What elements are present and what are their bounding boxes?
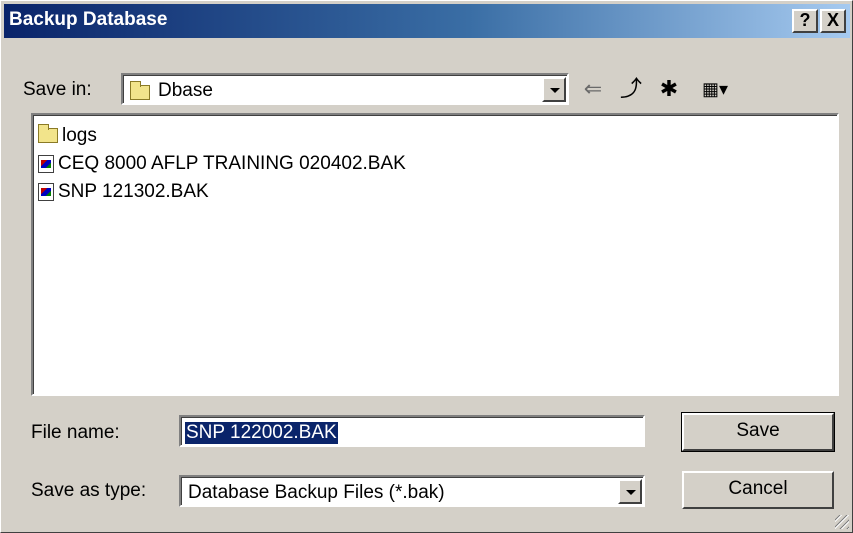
save-button[interactable]: Save bbox=[681, 412, 835, 452]
file-name-label: File name: bbox=[31, 422, 120, 443]
save-as-type-field: Database Backup Files (*.bak) bbox=[181, 477, 643, 505]
view-menu-icon[interactable]: ▦▾ bbox=[695, 75, 735, 103]
save-in-dropdown-button[interactable] bbox=[542, 77, 566, 102]
new-folder-icon[interactable]: ✱ bbox=[655, 75, 683, 103]
save-in-field: Dbase bbox=[123, 75, 567, 103]
list-item-label: logs bbox=[62, 125, 97, 146]
file-list-area: logs CEQ 8000 AFLP TRAINING 020402.BAK S… bbox=[33, 115, 837, 394]
file-name-field: SNP 122002.BAK bbox=[181, 417, 643, 445]
save-in-label: Save in: bbox=[23, 79, 92, 100]
save-as-type-label: Save as type: bbox=[31, 480, 147, 501]
folder-icon bbox=[130, 81, 150, 104]
list-item[interactable]: logs bbox=[38, 122, 97, 150]
help-button[interactable]: ? bbox=[792, 9, 818, 33]
list-item-label: CEQ 8000 AFLP TRAINING 020402.BAK bbox=[58, 153, 406, 174]
backup-file-icon bbox=[38, 181, 54, 203]
back-icon[interactable]: ⇐ bbox=[579, 75, 607, 103]
save-as-type-dropdown[interactable]: Database Backup Files (*.bak) bbox=[179, 475, 645, 507]
save-in-value: Dbase bbox=[158, 80, 213, 101]
save-as-type-value: Database Backup Files (*.bak) bbox=[188, 482, 445, 503]
save-as-type-dropdown-button[interactable] bbox=[618, 479, 642, 504]
up-folder-icon[interactable]: ⤴ bbox=[617, 75, 645, 103]
file-list[interactable]: logs CEQ 8000 AFLP TRAINING 020402.BAK S… bbox=[31, 113, 839, 396]
backup-file-icon bbox=[38, 153, 54, 175]
list-item[interactable]: CEQ 8000 AFLP TRAINING 020402.BAK bbox=[38, 150, 406, 178]
save-in-dropdown[interactable]: Dbase bbox=[121, 73, 569, 105]
folder-icon bbox=[38, 124, 58, 147]
close-button[interactable]: X bbox=[820, 9, 846, 33]
resize-grip[interactable] bbox=[835, 515, 849, 529]
file-name-input[interactable]: SNP 122002.BAK bbox=[179, 415, 645, 447]
list-item-label: SNP 121302.BAK bbox=[58, 181, 209, 202]
backup-database-dialog: Backup Database ? X Save in: Dbase ⇐ ⤴ ✱… bbox=[0, 0, 853, 533]
cancel-button[interactable]: Cancel bbox=[682, 471, 834, 509]
title-bar[interactable]: Backup Database ? X bbox=[4, 4, 850, 38]
window-title: Backup Database bbox=[9, 9, 168, 30]
list-item[interactable]: SNP 121302.BAK bbox=[38, 178, 209, 206]
file-name-value: SNP 122002.BAK bbox=[185, 422, 338, 444]
